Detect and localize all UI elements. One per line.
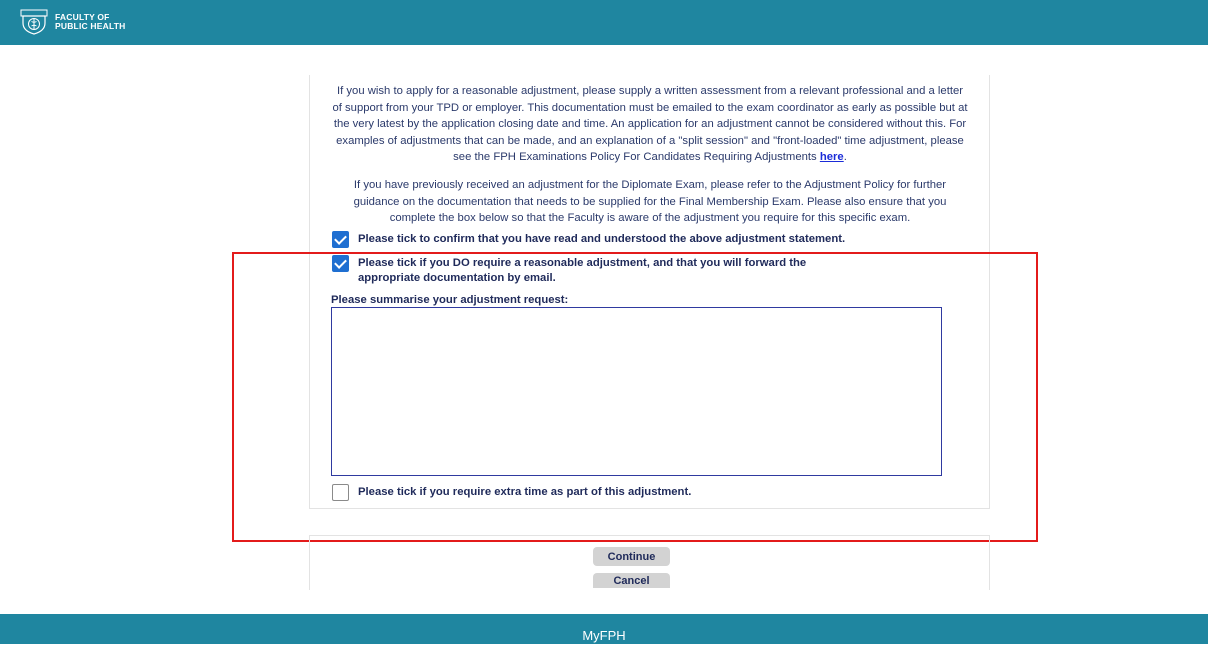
adjustment-intro-text: If you wish to apply for a reasonable ad… [332,85,968,164]
footer-bar: MyFPH [0,614,1208,644]
confirm-read-row: Please tick to confirm that you have rea… [332,231,845,248]
adjustment-summary-textarea[interactable] [331,307,942,476]
extra-time-checkbox[interactable] [332,484,349,501]
confirm-read-label: Please tick to confirm that you have rea… [358,233,846,245]
cancel-button[interactable]: Cancel [593,573,670,588]
top-header-bar: FACULTY OF PUBLIC HEALTH [0,0,1208,45]
require-adjustment-row: Please tick if you DO require a reasonab… [332,255,852,286]
require-adjustment-label: Please tick if you DO require a reasonab… [358,257,807,284]
logo-line-2: PUBLIC HEALTH [55,21,126,31]
continue-button[interactable]: Continue [593,547,670,566]
extra-time-label: Please tick if you require extra time as… [358,486,692,498]
footer-title: MyFPH [582,628,626,643]
policy-here-link[interactable]: here [820,151,844,163]
extra-time-row: Please tick if you require extra time as… [332,484,691,501]
fph-logo-link[interactable]: FACULTY OF PUBLIC HEALTH [20,9,125,35]
adjustment-intro-end: . [843,151,847,164]
logo-wordmark: FACULTY OF PUBLIC HEALTH [55,13,125,31]
require-adjustment-checkbox[interactable] [332,255,349,272]
summary-label: Please summarise your adjustment request… [331,294,569,306]
fph-crest-icon [20,9,48,35]
adjustment-intro-paragraph: If you wish to apply for a reasonable ad… [332,83,968,166]
confirm-read-checkbox[interactable] [332,231,349,248]
diplomate-adjustment-paragraph: If you have previously received an adjus… [353,179,947,225]
